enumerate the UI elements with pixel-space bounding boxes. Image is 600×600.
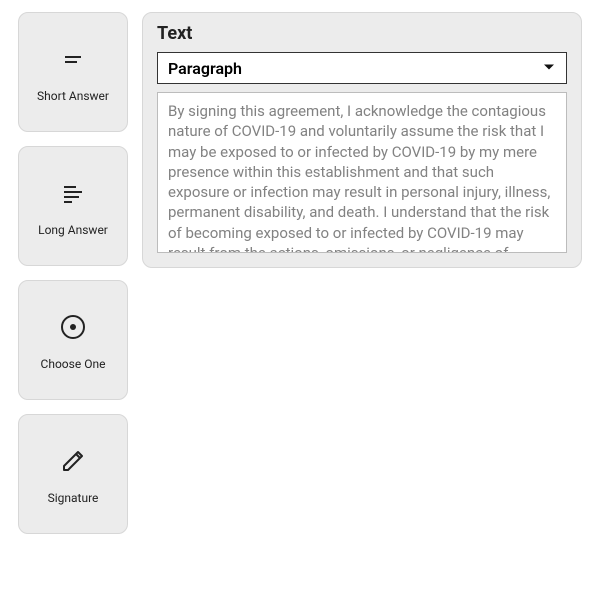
chevron-down-icon <box>542 59 556 78</box>
signature-icon <box>55 443 91 479</box>
text-content-input[interactable]: By signing this agreement, I acknowledge… <box>157 92 567 253</box>
field-types-sidebar: Short Answer Long Answer Choose One <box>18 12 128 534</box>
long-answer-icon <box>55 175 91 211</box>
field-type-label: Signature <box>48 491 99 505</box>
text-style-selected: Paragraph <box>168 59 242 78</box>
field-type-label: Short Answer <box>37 89 109 103</box>
text-content-value: By signing this agreement, I acknowledge… <box>168 102 550 253</box>
text-editor-panel: Text Paragraph By signing this agreement… <box>142 12 582 268</box>
field-type-signature[interactable]: Signature <box>18 414 128 534</box>
field-type-short-answer[interactable]: Short Answer <box>18 12 128 132</box>
choose-one-icon <box>55 309 91 345</box>
field-type-choose-one[interactable]: Choose One <box>18 280 128 400</box>
field-type-long-answer[interactable]: Long Answer <box>18 146 128 266</box>
field-type-label: Choose One <box>41 357 106 371</box>
editor-title: Text <box>157 23 567 44</box>
short-answer-icon <box>55 41 91 77</box>
field-type-label: Long Answer <box>38 223 108 237</box>
text-style-select[interactable]: Paragraph <box>157 52 567 84</box>
